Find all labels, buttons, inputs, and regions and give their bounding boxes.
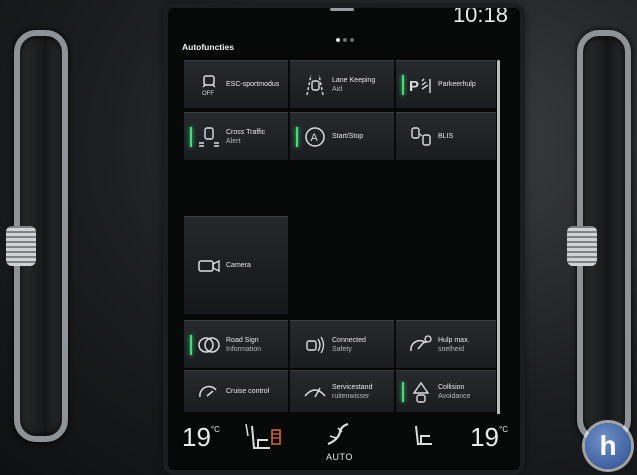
tile-label: Connected <box>332 336 366 344</box>
passenger-seat-icon[interactable] <box>406 422 436 457</box>
climate-bar: 19°C AUTO 19°C <box>168 414 520 470</box>
tile-label: Hulp max. <box>438 336 470 344</box>
tile-camera[interactable]: Camera <box>184 216 288 314</box>
tile-label: Camera <box>226 262 251 269</box>
left-vent-knob <box>6 226 36 266</box>
svg-text:OFF: OFF <box>202 91 214 97</box>
left-temperature[interactable]: 19°C <box>182 422 220 453</box>
start-stop-icon: A <box>302 125 328 149</box>
speed-limiter-icon <box>408 333 434 357</box>
collision-avoidance-icon <box>408 380 434 404</box>
tile-esc-sportmodus[interactable]: OFF ESC-sportmodus <box>184 60 288 108</box>
tile-sublabel: Safety <box>332 345 352 353</box>
tile-label: Collision <box>438 383 465 391</box>
tile-label: Cruise control <box>226 388 270 395</box>
tile-sublabel: snelheid <box>438 345 465 353</box>
tile-connected-safety[interactable]: Connected Safety <box>290 320 394 368</box>
tile-label: Cross Traffic <box>226 128 266 136</box>
watermark-logo: h <box>585 423 631 469</box>
page-dot-3 <box>350 38 354 42</box>
status-led <box>402 381 404 402</box>
blis-icon <box>408 125 434 149</box>
page-dot-1 <box>336 38 340 42</box>
tile-hulp-max-snelheid[interactable]: Hulp max. snelheid <box>396 320 496 368</box>
tile-lane-keeping[interactable]: Lane Keeping Aid <box>290 60 394 108</box>
left-temp-unit: °C <box>210 425 220 434</box>
status-led <box>402 127 404 147</box>
tile-sublabel: Avoidance <box>438 392 471 400</box>
tile-collision-avoidance[interactable]: Collision Avoidance <box>396 370 496 412</box>
page-dot-2 <box>343 38 347 42</box>
right-temp-unit: °C <box>499 425 508 434</box>
status-led <box>190 334 192 355</box>
status-led <box>296 126 298 147</box>
fan-auto-icon[interactable] <box>324 422 354 455</box>
status-led <box>296 335 298 355</box>
connected-safety-icon <box>302 333 328 357</box>
esc-off-icon: OFF <box>196 73 222 97</box>
parking-assist-icon: P <box>408 73 434 97</box>
tile-cruise-control[interactable]: Cruise control <box>184 370 288 412</box>
tile-label: Servicestand <box>332 383 373 391</box>
svg-text:P: P <box>409 78 419 95</box>
right-vent-knob <box>567 226 597 266</box>
tile-cross-traffic-alert[interactable]: Cross Traffic Alert <box>184 112 288 160</box>
left-temp-value: 19 <box>182 422 211 452</box>
tile-blis[interactable]: BLIS <box>396 112 496 160</box>
tile-sublabel: Aid <box>332 85 343 93</box>
scrollbar[interactable] <box>497 60 500 416</box>
wiper-service-icon <box>302 380 328 404</box>
clock: 10:18 <box>452 8 508 27</box>
status-led <box>190 126 192 147</box>
status-led <box>402 335 404 355</box>
svg-text:A: A <box>311 132 319 144</box>
tile-label: Parkeerhulp <box>438 81 476 88</box>
status-led <box>190 75 192 95</box>
road-sign-icon <box>196 333 222 357</box>
cruise-control-icon <box>196 380 222 404</box>
right-temp-value: 19 <box>470 422 500 452</box>
tile-label: Road Sign <box>226 336 259 344</box>
page-indicator <box>336 29 357 47</box>
tile-sublabel: Information <box>226 345 262 353</box>
tile-label: ESC-sportmodus <box>226 81 280 88</box>
status-led <box>296 382 298 402</box>
seat-heating-icon[interactable] <box>244 422 284 461</box>
camera-icon <box>196 254 222 278</box>
right-air-vent <box>567 30 631 442</box>
section-title: Autofuncties <box>182 42 234 52</box>
tile-servicestand-ruitenwisser[interactable]: Servicestand ruitenwisser <box>290 370 394 412</box>
tile-sublabel: Alert <box>226 137 241 145</box>
status-bar: 10:18 <box>168 8 520 42</box>
tile-label: BLIS <box>438 133 454 140</box>
cross-traffic-icon <box>196 125 222 149</box>
tile-start-stop[interactable]: A Start/Stop <box>290 112 394 160</box>
left-air-vent <box>6 30 68 442</box>
right-temperature[interactable]: 19°C <box>470 422 508 453</box>
center-touchscreen: 10:18 Autofuncties OFF ESC-sportmodus La… <box>168 8 520 470</box>
tile-road-sign-information[interactable]: Road Sign Information <box>184 320 288 368</box>
tile-parkeerhulp[interactable]: P Parkeerhulp <box>396 60 496 108</box>
status-led <box>190 382 192 402</box>
status-led <box>296 75 298 95</box>
fan-mode-label: AUTO <box>326 452 353 462</box>
status-led <box>190 256 192 276</box>
tile-label: Start/Stop <box>332 133 364 140</box>
top-drawer-handle[interactable] <box>330 8 354 11</box>
tile-sublabel: ruitenwisser <box>332 392 370 400</box>
lane-keeping-icon <box>302 73 328 97</box>
tile-label: Lane Keeping <box>332 76 376 84</box>
status-led <box>402 74 404 95</box>
